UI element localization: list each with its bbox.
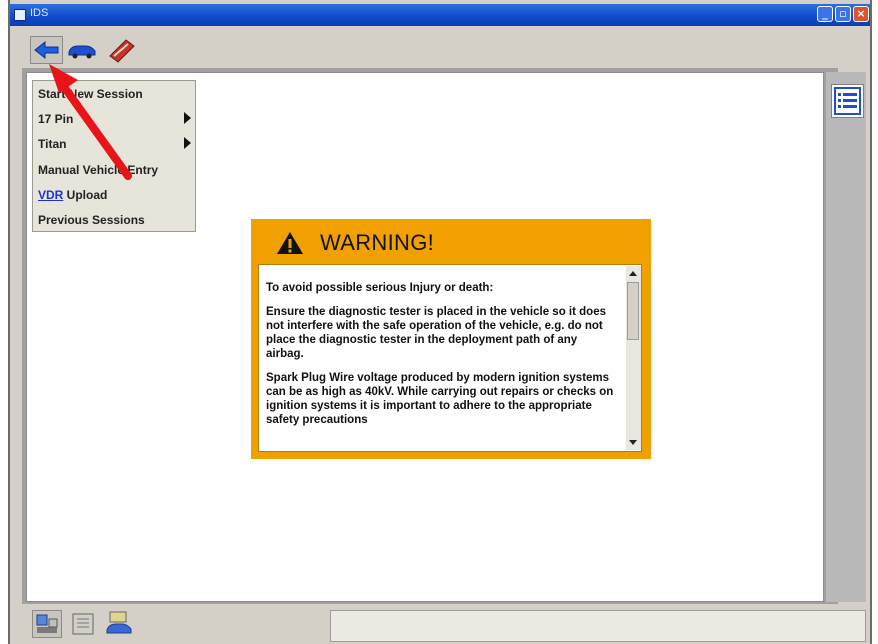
- minimize-button[interactable]: _: [817, 6, 833, 22]
- warning-text-box: To avoid possible serious Injury or deat…: [258, 264, 642, 452]
- vdr-upload-label: Upload: [63, 188, 108, 202]
- menu-item-start-new-session[interactable]: Start New Session: [38, 87, 143, 101]
- submenu-arrow-icon: [184, 112, 191, 124]
- submenu-arrow-icon: [184, 137, 191, 149]
- back-arrow-icon: [34, 40, 59, 60]
- notepad-icon: [72, 613, 94, 635]
- car-connect-button[interactable]: [104, 610, 134, 638]
- warning-paragraph: To avoid possible serious Injury or deat…: [266, 282, 494, 294]
- scroll-thumb[interactable]: [627, 282, 639, 340]
- car-connect-icon: [106, 611, 132, 634]
- warning-triangle-icon: [277, 232, 303, 254]
- warning-paragraph: Ensure the diagnostic tester is placed i…: [266, 306, 606, 360]
- job-list-button[interactable]: [831, 84, 864, 118]
- menu-item-titan[interactable]: Titan: [38, 137, 66, 151]
- menu-item-17-pin[interactable]: 17 Pin: [38, 112, 73, 126]
- session-menu: Start New Session 17 Pin Titan Manual Ve…: [32, 80, 196, 232]
- toolbox-button[interactable]: [104, 36, 140, 64]
- right-sidebar: [826, 72, 866, 602]
- toolbox-icon: [109, 39, 135, 63]
- warning-paragraph: Spark Plug Wire voltage produced by mode…: [266, 372, 614, 426]
- vehicle-button[interactable]: [64, 36, 100, 64]
- title-bar: [10, 4, 870, 26]
- warning-text: To avoid possible serious Injury or deat…: [266, 281, 618, 437]
- vehicle-icon: [68, 45, 96, 59]
- scroll-down-icon[interactable]: [627, 436, 639, 448]
- menu-item-vdr-upload[interactable]: VDR Upload: [38, 188, 107, 202]
- notes-button[interactable]: [68, 610, 98, 638]
- vdr-link[interactable]: VDR: [38, 188, 63, 202]
- app-icon: [14, 9, 26, 21]
- scroll-up-icon[interactable]: [627, 268, 639, 280]
- back-button[interactable]: [30, 36, 63, 64]
- vehicle-data-icon: [36, 614, 58, 633]
- menu-item-previous-sessions[interactable]: Previous Sessions: [38, 213, 145, 227]
- window-title: IDS: [30, 7, 49, 19]
- warning-scrollbar[interactable]: [626, 266, 641, 450]
- close-button[interactable]: ×: [853, 6, 869, 22]
- maximize-button[interactable]: ▫: [835, 6, 851, 22]
- vehicle-data-button[interactable]: [32, 610, 62, 638]
- menu-item-manual-vehicle-entry[interactable]: Manual Vehicle Entry: [38, 163, 158, 177]
- warning-title: WARNING!: [320, 230, 435, 255]
- status-bar: [330, 610, 866, 642]
- list-icon: [834, 87, 861, 115]
